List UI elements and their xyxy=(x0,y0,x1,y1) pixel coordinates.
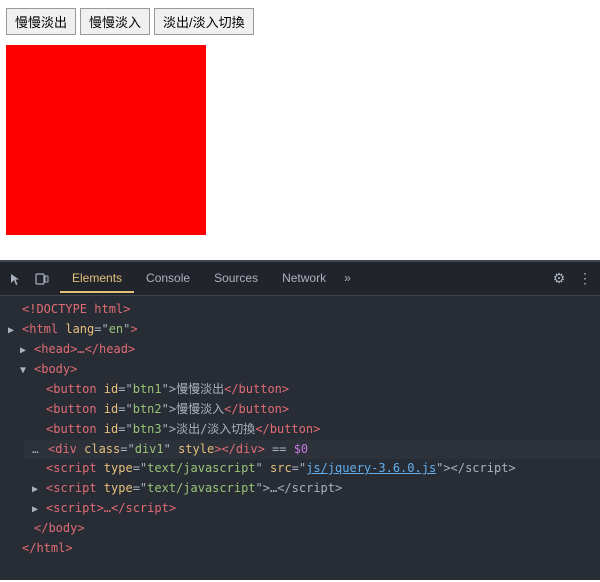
arrow-script3: ▶ xyxy=(32,501,44,519)
devtools-toolbar: Elements Console Sources Network » ⚙ ⋮ xyxy=(0,262,600,296)
devtools-panel: Elements Console Sources Network » ⚙ ⋮ <… xyxy=(0,260,600,580)
cursor-icon[interactable] xyxy=(4,267,28,291)
toolbar-right: ⚙ ⋮ xyxy=(548,268,596,290)
tab-more[interactable]: » xyxy=(338,265,357,293)
code-line-script1[interactable]: <script type =" text/javascript " src ="… xyxy=(24,459,600,479)
arrow-head: ▶ xyxy=(20,342,32,360)
script-src-link[interactable]: js/jquery-3.6.0.js xyxy=(306,459,436,477)
tab-console[interactable]: Console xyxy=(134,265,202,293)
tab-sources[interactable]: Sources xyxy=(202,265,270,293)
side-dots-indicator: … xyxy=(32,441,46,459)
code-line-body-open[interactable]: ▼ <body> xyxy=(12,360,600,380)
code-line-div[interactable]: … <div class =" div1 " style ></div> == … xyxy=(24,440,600,459)
settings-icon[interactable]: ⚙ xyxy=(548,268,570,290)
devtools-code-view: <!DOCTYPE html> ▶ <html lang =" en " > ▶… xyxy=(0,296,600,563)
arrow-script1 xyxy=(32,461,44,479)
code-line-script2[interactable]: ▶ <script type =" text/javascript ">…</s… xyxy=(24,479,600,499)
tab-network[interactable]: Network xyxy=(270,265,338,293)
fadein-button[interactable]: 慢慢淡入 xyxy=(80,8,150,35)
toolbar-icons xyxy=(4,267,54,291)
arrow-script2: ▶ xyxy=(32,481,44,499)
code-line-btn3[interactable]: <button id =" btn3 "> 淡出/淡入切換 </button> xyxy=(24,420,600,440)
code-line-doctype: <!DOCTYPE html> xyxy=(0,300,600,320)
code-line-btn2[interactable]: <button id =" btn2 "> 慢慢淡入 </button> xyxy=(24,400,600,420)
code-line-body-close: </body> xyxy=(12,519,600,539)
code-line-head[interactable]: ▶ <head>…</head> xyxy=(12,340,600,360)
arrow-doctype xyxy=(8,302,20,320)
demo-area: 慢慢淡出 慢慢淡入 淡出/淡入切換 xyxy=(0,0,600,260)
code-line-html-close: </html> xyxy=(0,539,600,559)
fadeout-button[interactable]: 慢慢淡出 xyxy=(6,8,76,35)
more-options-icon[interactable]: ⋮ xyxy=(574,268,596,290)
toggle-button[interactable]: 淡出/淡入切換 xyxy=(154,8,254,35)
arrow-html-close xyxy=(8,541,20,559)
button-row: 慢慢淡出 慢慢淡入 淡出/淡入切換 xyxy=(6,8,594,35)
code-line-script3[interactable]: ▶ <script>…</script> xyxy=(24,499,600,519)
arrow-btn1 xyxy=(32,382,44,400)
tab-elements[interactable]: Elements xyxy=(60,265,134,293)
arrow-btn2 xyxy=(32,402,44,420)
code-line-html[interactable]: ▶ <html lang =" en " > xyxy=(0,320,600,340)
arrow-body: ▼ xyxy=(20,362,32,380)
red-box xyxy=(6,45,206,235)
code-line-btn1[interactable]: <button id =" btn1 "> 慢慢淡出 </button> xyxy=(24,380,600,400)
arrow-btn3 xyxy=(32,422,44,440)
devtools-tabs: Elements Console Sources Network » xyxy=(60,265,548,293)
arrow-html: ▶ xyxy=(8,322,20,340)
device-icon[interactable] xyxy=(30,267,54,291)
arrow-body-close xyxy=(20,521,32,539)
